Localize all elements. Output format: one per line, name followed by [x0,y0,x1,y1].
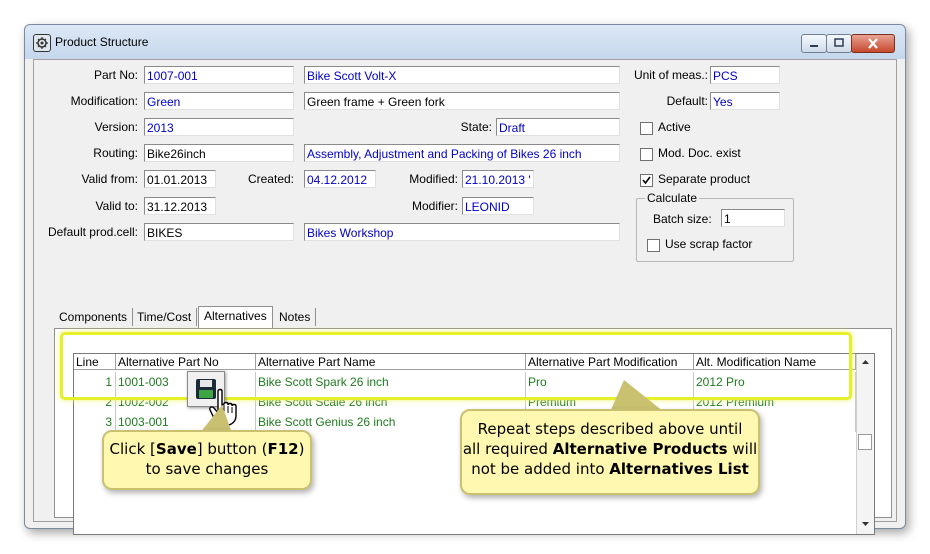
modification-desc-field[interactable]: Green frame + Green fork [304,92,620,110]
cell-line[interactable]: 3 [74,412,116,432]
save-callout-keyword: Save [155,440,197,458]
title-bar: Product Structure [25,25,905,59]
unit-label: Unit of meas.: [633,68,708,82]
cell-line[interactable]: 1 [74,372,116,392]
valid-to-label: Valid to: [95,199,138,213]
modification-field[interactable]: Green [144,92,294,110]
valid-from-label: Valid from: [81,172,138,186]
version-label: Version: [94,120,138,134]
mod-doc-checkbox[interactable] [640,148,653,161]
repeat-callout: Repeat steps described above until all r… [460,409,760,495]
save-callout-line-1: Click [Save] button (F12) [104,439,310,459]
valid-to-field[interactable]: 31.12.2013 [144,197,216,215]
routing-label: Routing: [93,146,138,160]
unit-field[interactable]: PCS [710,66,780,84]
prod-cell-label: Default prod.cell: [47,225,138,239]
tab-components[interactable]: Components [54,308,134,326]
calculate-group: Calculate Batch size: 1 Use scrap factor [636,191,794,262]
valid-from-field[interactable]: 01.01.2013 [144,170,216,188]
minimize-icon [810,45,818,47]
save-callout-line-2: to save changes [145,460,269,478]
tab-notes[interactable]: Notes [274,308,317,326]
modified-field[interactable]: 21.10.2013 ' [462,170,534,188]
repeat-callout-tip [610,380,664,412]
save-callout-text: ] button ( [196,440,268,458]
part-no-label: Part No: [93,68,138,82]
scrap-factor-checkbox[interactable] [647,239,660,252]
column-header-modification[interactable]: Alternative Part Modification [526,354,694,370]
created-label: Created: [247,172,294,186]
part-no-field[interactable]: 1007-001 [144,66,294,84]
save-callout-text: Click [ [109,440,156,458]
active-label: Active [658,120,691,134]
modification-label: Modification: [70,94,138,108]
separate-product-label: Separate product [658,172,751,186]
calculate-label: Calculate [645,191,700,205]
repeat-callout-text: will [727,440,758,458]
active-checkbox[interactable] [640,122,653,135]
column-header-line[interactable]: Line [74,354,116,370]
cell-mod-name[interactable]: 2012 Pro [694,372,856,392]
repeat-callout-keyword: Alternative Products [552,440,728,458]
modifier-field[interactable]: LEONID [462,197,534,215]
grid-scrollbar[interactable] [856,354,874,534]
scrap-factor-label: Use scrap factor [665,237,753,251]
batch-size-field[interactable]: 1 [721,209,785,227]
repeat-callout-line-1: Repeat steps described above until [477,420,743,438]
repeat-callout-keyword: Alternatives List [609,460,749,478]
save-callout-text: ) [298,440,305,458]
column-header-mod-name[interactable]: Alt. Modification Name [694,354,856,370]
column-header-part-no[interactable]: Alternative Part No [116,354,256,370]
close-button[interactable] [851,34,895,53]
separate-product-checkbox[interactable] [640,174,653,187]
modified-label: Modified: [409,172,458,186]
tab-alternatives[interactable]: Alternatives [198,306,273,329]
modifier-label: Modifier: [411,199,458,213]
state-label: State: [460,120,492,134]
default-field[interactable]: Yes [710,92,780,110]
repeat-callout-line-3: not be added into Alternatives List [462,459,758,479]
maximize-button[interactable] [826,34,852,53]
window-title: Product Structure [55,35,149,49]
version-field[interactable]: 2013 [144,118,294,136]
column-header-part-name[interactable]: Alternative Part Name [256,354,526,370]
scroll-thumb[interactable] [858,434,872,450]
cell-line[interactable]: 2 [74,392,116,412]
app-icon [33,34,51,52]
checkmark-icon [642,176,651,185]
repeat-callout-line-2: all required Alternative Products will [462,439,758,459]
default-label: Default: [666,94,708,108]
repeat-callout-text: all required [462,440,553,458]
close-icon [868,38,878,49]
cell-part-name[interactable]: Bike Scott Spark 26 inch [256,372,526,392]
part-name-field[interactable]: Bike Scott Volt-X [304,66,620,84]
tab-time-cost[interactable]: Time/Cost [132,308,198,326]
routing-desc-field[interactable]: Assembly, Adjustment and Packing of Bike… [304,144,620,162]
routing-field[interactable]: Bike26inch [144,144,294,162]
mod-doc-label: Mod. Doc. exist [658,146,741,160]
prod-cell-desc-field[interactable]: Bikes Workshop [304,223,620,241]
created-field[interactable]: 04.12.2012 [304,170,376,188]
save-callout-tip [200,405,232,433]
save-callout: Click [Save] button (F12) to save change… [102,430,312,490]
minimize-button[interactable] [801,34,827,53]
prod-cell-field[interactable]: BIKES [144,223,294,241]
batch-size-label: Batch size: [653,212,712,226]
scroll-up-icon[interactable] [857,354,874,370]
maximize-icon [834,38,844,47]
repeat-callout-text: not be added into [471,460,610,478]
scroll-down-icon[interactable] [857,516,874,532]
state-field[interactable]: Draft [496,118,620,136]
save-callout-shortcut: F12 [267,440,299,458]
